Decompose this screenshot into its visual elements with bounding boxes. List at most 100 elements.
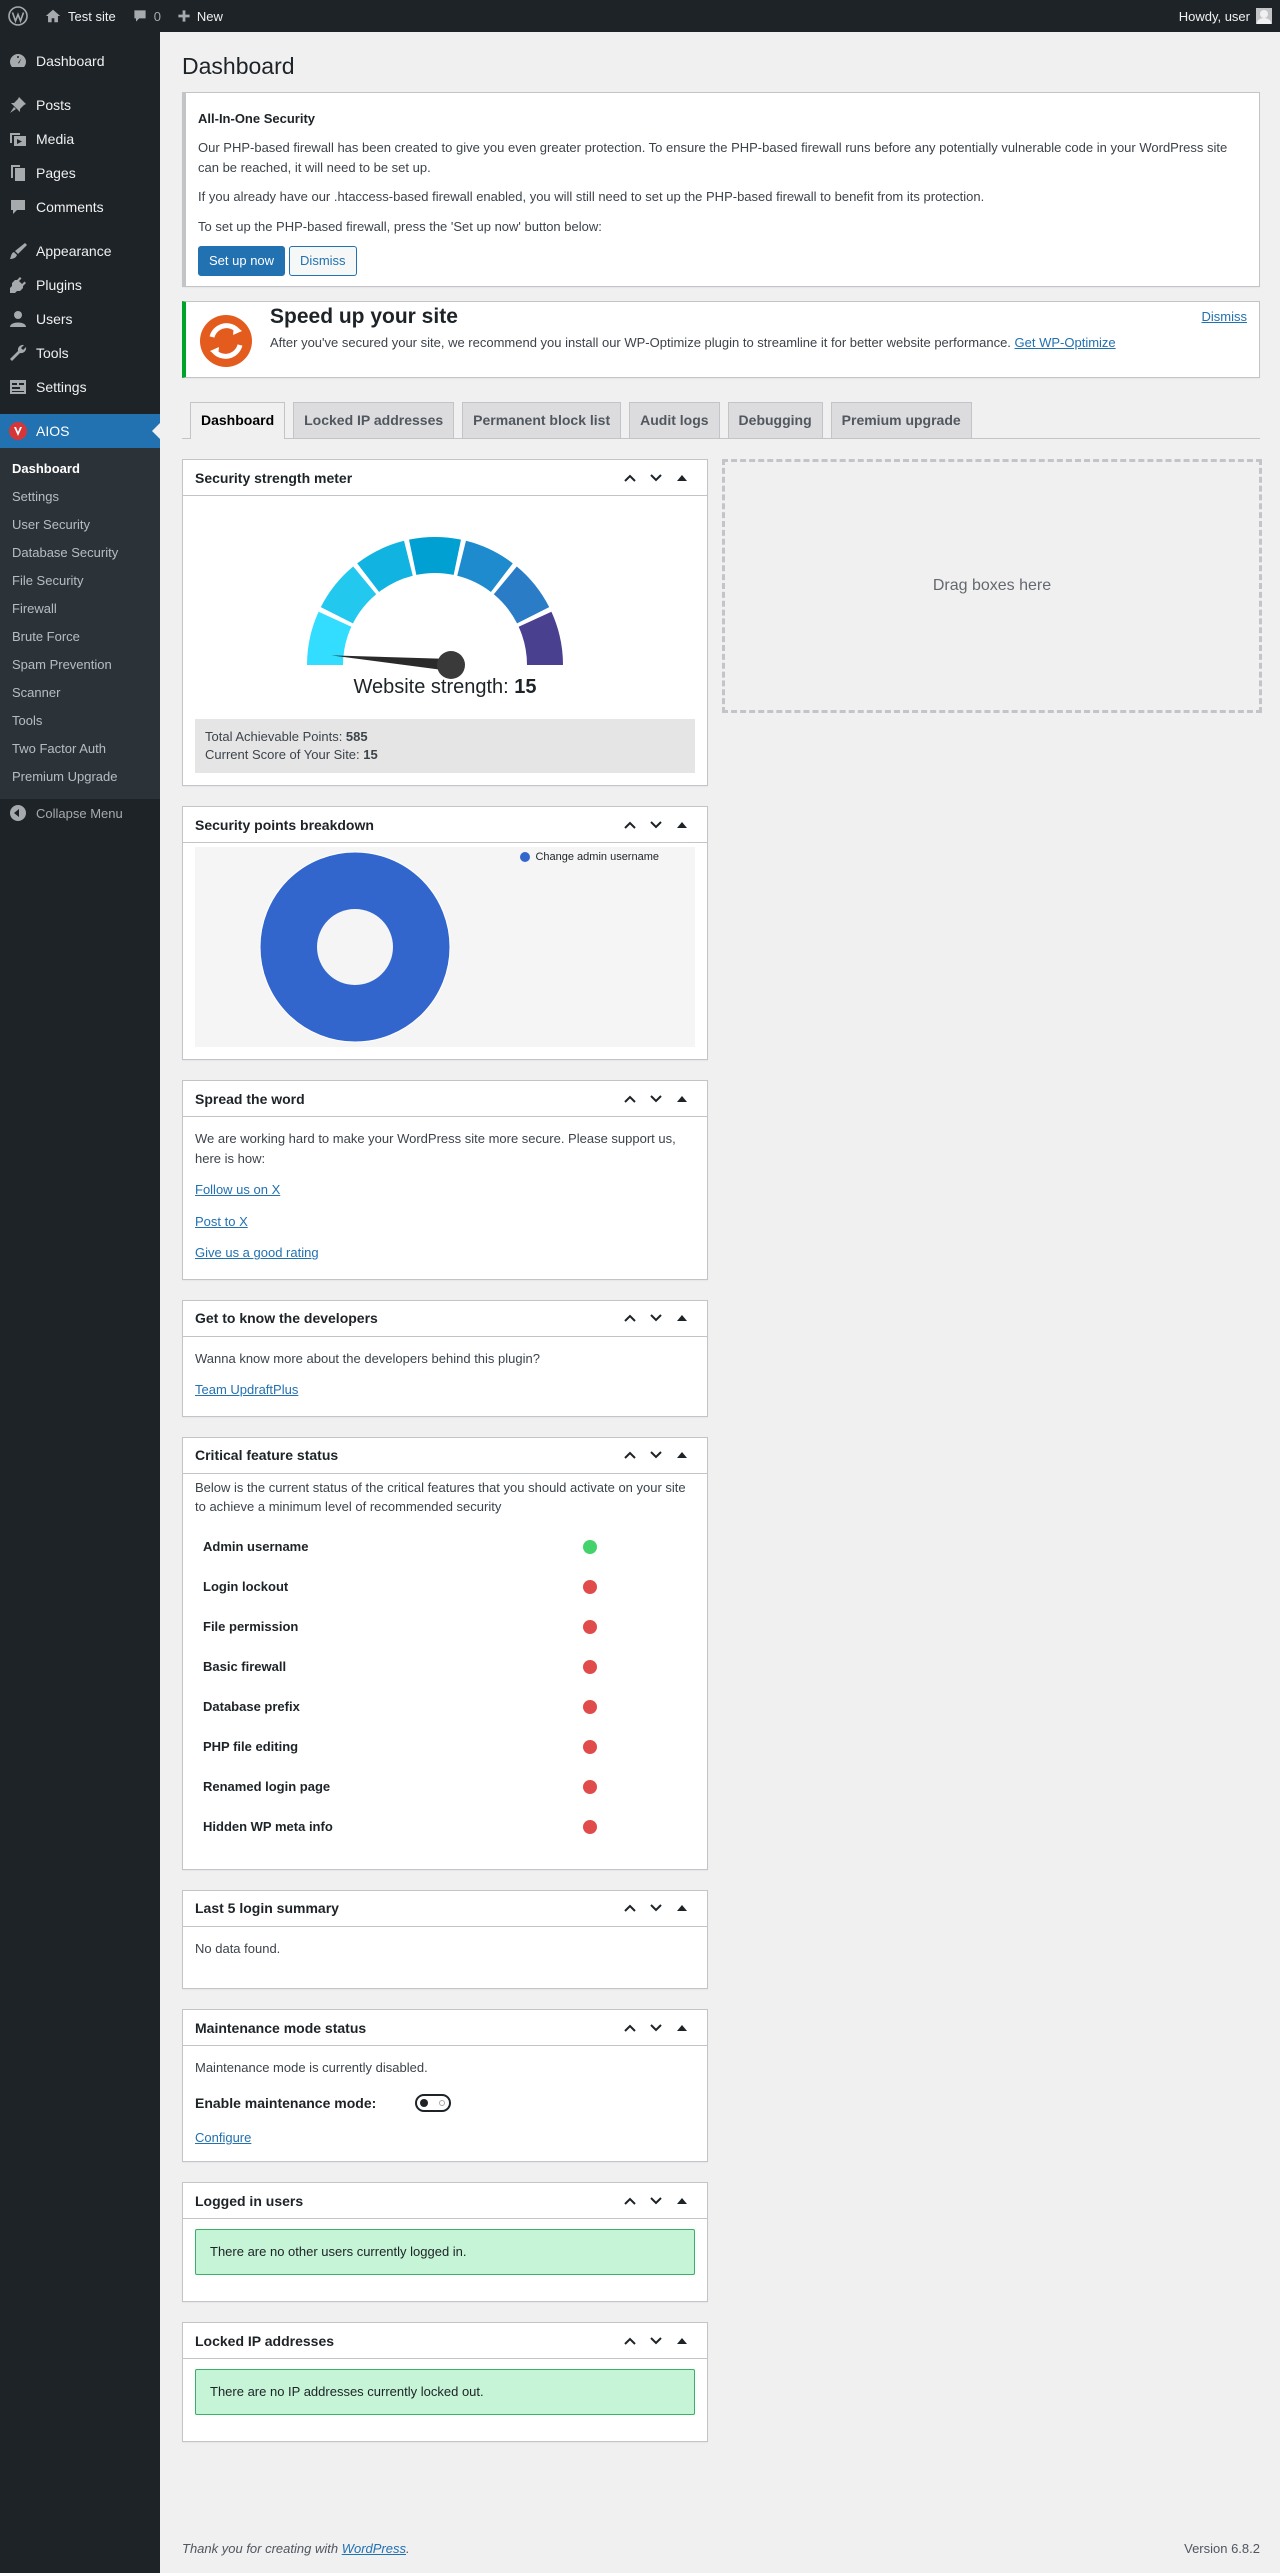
move-up-icon[interactable] xyxy=(617,460,643,496)
account-menu[interactable]: Howdy, user xyxy=(1171,0,1280,32)
set-up-now-button[interactable]: Set up now xyxy=(198,246,286,277)
toggle-panel-icon[interactable] xyxy=(669,2323,695,2359)
submenu-premium-upgrade[interactable]: Premium Upgrade xyxy=(0,763,160,791)
submenu-tools[interactable]: Tools xyxy=(0,707,160,735)
menu-comments-label: Comments xyxy=(36,199,104,215)
media-icon xyxy=(8,129,28,149)
move-up-icon[interactable] xyxy=(617,2010,643,2046)
feature-row-renamed-login-page: Renamed login page xyxy=(195,1767,695,1807)
toggle-panel-icon[interactable] xyxy=(669,460,695,496)
admin-footer: Thank you for creating with WordPress. V… xyxy=(182,2541,1260,2556)
collapse-menu-button[interactable]: Collapse Menu xyxy=(0,799,160,827)
toggle-panel-icon[interactable] xyxy=(669,2183,695,2219)
move-down-icon[interactable] xyxy=(643,1437,669,1473)
menu-tools[interactable]: Tools xyxy=(0,336,160,370)
collapse-menu-label: Collapse Menu xyxy=(36,805,123,821)
new-label: New xyxy=(196,8,223,24)
move-down-icon[interactable] xyxy=(643,460,669,496)
chart-legend: Change admin username xyxy=(520,851,659,863)
menu-users[interactable]: Users xyxy=(0,302,160,336)
move-down-icon[interactable] xyxy=(643,2010,669,2046)
wordpress-logo-icon[interactable] xyxy=(0,0,36,32)
menu-posts-label: Posts xyxy=(36,97,72,113)
submenu-scanner[interactable]: Scanner xyxy=(0,679,160,707)
feature-row-hidden-wp-meta-info: Hidden WP meta info xyxy=(195,1807,695,1847)
firewall-notice-title: All-In-One Security xyxy=(198,110,316,126)
toggle-panel-icon[interactable] xyxy=(669,1890,695,1926)
move-up-icon[interactable] xyxy=(617,2323,643,2359)
developers-title: Get to know the developers xyxy=(195,1310,378,1327)
submenu-two-factor-auth[interactable]: Two Factor Auth xyxy=(0,735,160,763)
submenu-brute-force[interactable]: Brute Force xyxy=(0,623,160,651)
wordpress-link[interactable]: WordPress xyxy=(342,2541,406,2556)
menu-appearance[interactable]: Appearance xyxy=(0,234,160,268)
toggle-panel-icon[interactable] xyxy=(669,2010,695,2046)
menu-appearance-label: Appearance xyxy=(36,243,112,259)
tab-permanent-block-list[interactable]: Permanent block list xyxy=(462,402,622,439)
toggle-panel-icon[interactable] xyxy=(669,807,695,843)
menu-aios[interactable]: AIOS xyxy=(0,414,160,448)
submenu-dashboard[interactable]: Dashboard xyxy=(0,455,160,483)
submenu-settings[interactable]: Settings xyxy=(0,483,160,511)
submenu-firewall[interactable]: Firewall xyxy=(0,595,160,623)
menu-pages[interactable]: Pages xyxy=(0,156,160,190)
tab-debugging[interactable]: Debugging xyxy=(727,402,823,439)
comments-link[interactable]: 0 xyxy=(124,0,169,32)
submenu-file-security[interactable]: File Security xyxy=(0,567,160,595)
submenu-user-security[interactable]: User Security xyxy=(0,511,160,539)
toggle-panel-icon[interactable] xyxy=(669,1081,695,1117)
move-down-icon[interactable] xyxy=(643,1081,669,1117)
spread-the-word-title: Spread the word xyxy=(195,1090,305,1107)
submenu-database-security[interactable]: Database Security xyxy=(0,539,160,567)
move-up-icon[interactable] xyxy=(617,1437,643,1473)
maintenance-mode-toggle[interactable] xyxy=(415,2093,451,2112)
follow-us-on-x-link[interactable]: Follow us on X xyxy=(195,1182,280,1197)
firewall-notice-text-2: If you already have our .htaccess-based … xyxy=(198,189,985,205)
menu-media[interactable]: Media xyxy=(0,122,160,156)
menu-plugins[interactable]: Plugins xyxy=(0,268,160,302)
team-updraftplus-link[interactable]: Team UpdraftPlus xyxy=(195,1382,298,1397)
menu-comments[interactable]: Comments xyxy=(0,190,160,224)
website-strength-text: Website strength: 15 xyxy=(353,676,537,699)
dismiss-speed-link[interactable]: Dismiss xyxy=(1202,309,1248,324)
tab-premium-upgrade[interactable]: Premium upgrade xyxy=(830,402,972,439)
site-name-link[interactable]: Test site xyxy=(36,0,124,32)
tab-locked-ip-addresses[interactable]: Locked IP addresses xyxy=(293,402,455,439)
configure-link[interactable]: Configure xyxy=(195,2130,251,2145)
give-good-rating-link[interactable]: Give us a good rating xyxy=(195,1245,319,1260)
move-up-icon[interactable] xyxy=(617,1300,643,1336)
submenu-spam-prevention[interactable]: Spam Prevention xyxy=(0,651,160,679)
menu-dashboard[interactable]: Dashboard xyxy=(0,44,160,78)
dashboard-icon xyxy=(8,51,28,71)
new-content-link[interactable]: New xyxy=(169,0,231,32)
drag-boxes-dropzone[interactable]: Drag boxes here xyxy=(722,459,1262,714)
aios-shield-icon xyxy=(8,421,28,441)
post-to-x-link[interactable]: Post to X xyxy=(195,1214,248,1229)
toggle-panel-icon[interactable] xyxy=(669,1437,695,1473)
menu-settings[interactable]: Settings xyxy=(0,370,160,404)
dismiss-firewall-button[interactable]: Dismiss xyxy=(289,246,357,277)
speed-up-text: After you've secured your site, we recom… xyxy=(270,335,1116,351)
no-locked-ips-message: There are no IP addresses currently lock… xyxy=(195,2369,695,2416)
move-up-icon[interactable] xyxy=(617,807,643,843)
feature-row-php-file-editing: PHP file editing xyxy=(195,1727,695,1767)
move-down-icon[interactable] xyxy=(643,2183,669,2219)
gauge-hub xyxy=(437,651,465,680)
tab-dashboard[interactable]: Dashboard xyxy=(190,402,286,440)
toggle-panel-icon[interactable] xyxy=(669,1300,695,1336)
tab-audit-logs[interactable]: Audit logs xyxy=(629,402,720,439)
login-summary-box: Last 5 login summary No data found. xyxy=(182,1889,708,1990)
menu-posts[interactable]: Posts xyxy=(0,88,160,122)
move-up-icon[interactable] xyxy=(617,2183,643,2219)
get-wp-optimize-link[interactable]: Get WP-Optimize xyxy=(1015,335,1116,350)
spread-the-word-text: We are working hard to make your WordPre… xyxy=(195,1131,676,1166)
move-up-icon[interactable] xyxy=(617,1890,643,1926)
move-down-icon[interactable] xyxy=(643,807,669,843)
move-down-icon[interactable] xyxy=(643,2323,669,2359)
plugin-icon xyxy=(8,275,28,295)
move-down-icon[interactable] xyxy=(643,1890,669,1926)
move-up-icon[interactable] xyxy=(617,1081,643,1117)
feature-name: Database prefix xyxy=(203,1699,300,1715)
feature-row-login-lockout: Login lockout xyxy=(195,1567,695,1607)
move-down-icon[interactable] xyxy=(643,1300,669,1336)
